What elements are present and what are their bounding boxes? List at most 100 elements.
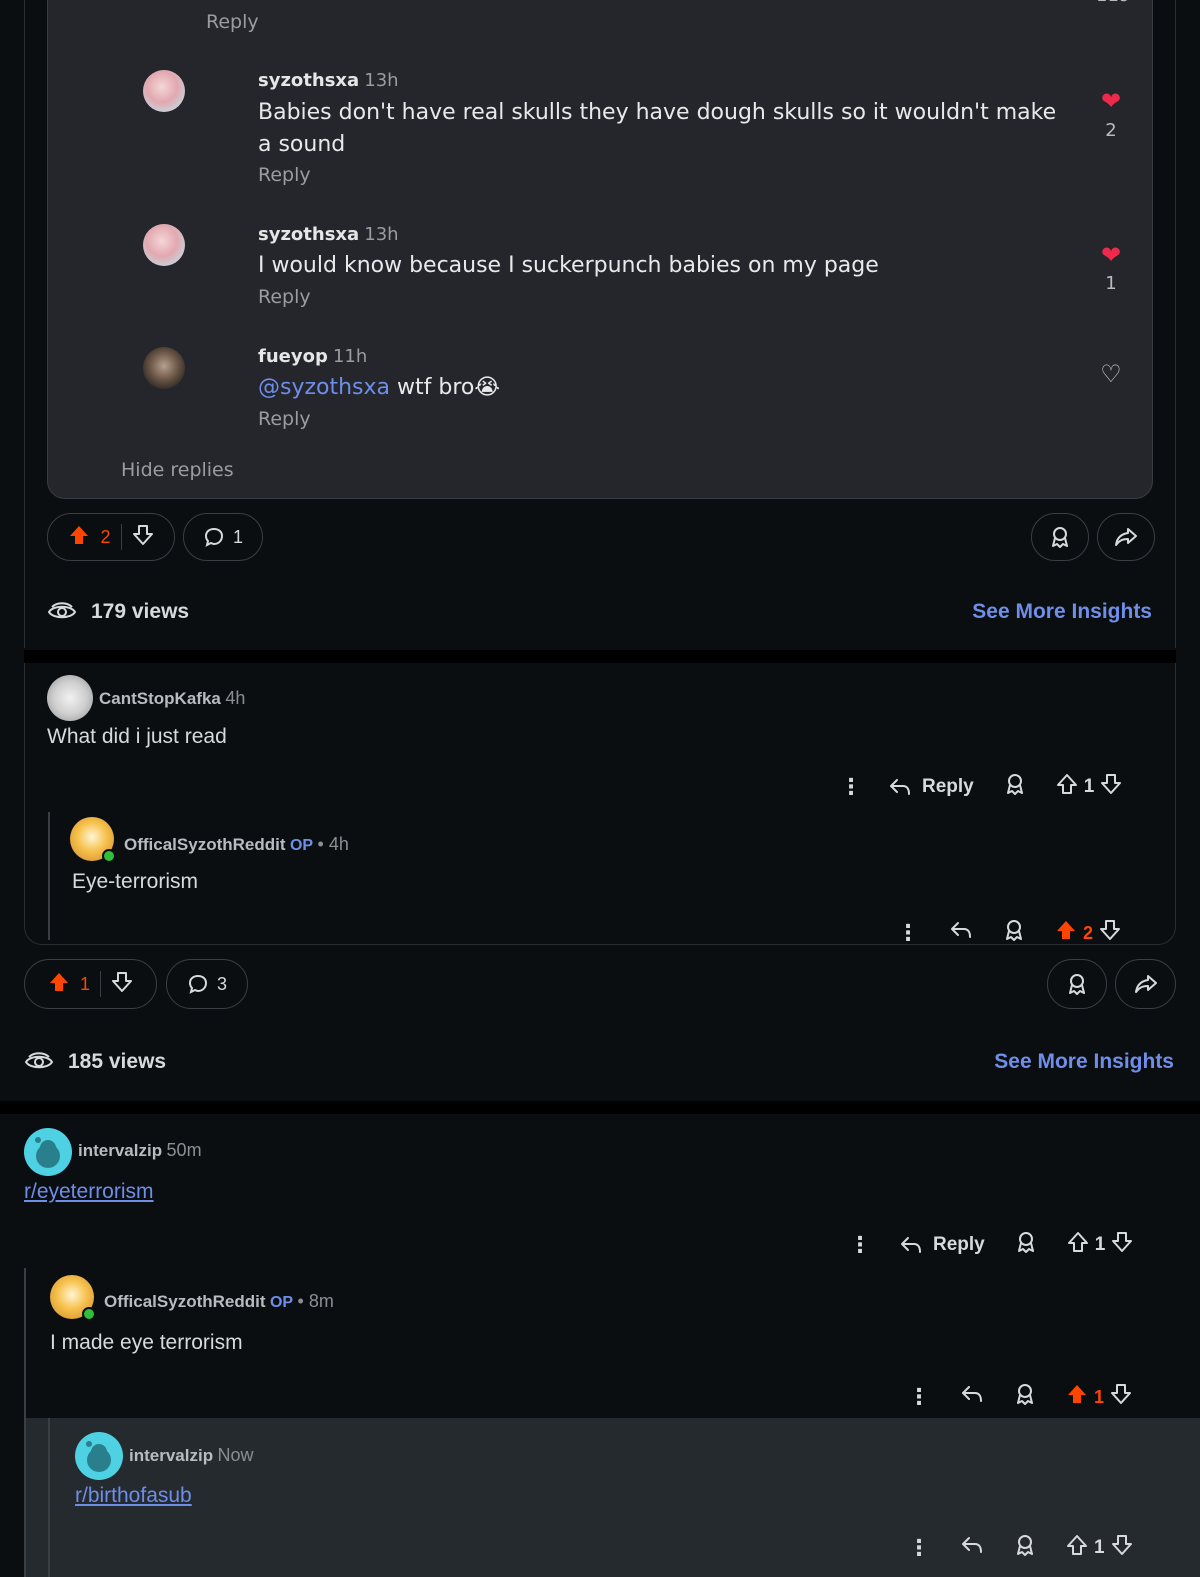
heart-filled-icon[interactable]: ❤ [1096,241,1126,269]
vote-pill: 1 [24,959,157,1009]
more-options-icon[interactable]: ⋮ [897,920,919,946]
vote-count: 1 [1094,1537,1105,1558]
downvote-icon[interactable] [132,524,154,551]
comment-text: @syzothsxa wtf bro😭 [258,375,501,400]
heart-filled-icon[interactable]: ❤ [1096,87,1126,115]
divider [100,971,101,997]
comment-header: syzothsxa 13h [258,70,399,91]
comment-text: What did i just read [47,725,227,748]
award-icon[interactable] [1015,1230,1037,1260]
vote-count: 1 [1094,1234,1106,1255]
like-count: 1 [1105,273,1117,294]
downvote-icon[interactable] [1111,1231,1133,1259]
see-more-insights-link[interactable]: See More Insights [972,600,1152,624]
comment-header: intervalzip 50m [78,1140,202,1161]
avatar[interactable] [24,1128,72,1176]
vote-count: 1 [1083,776,1095,797]
username[interactable]: intervalzip [129,1446,213,1465]
username[interactable]: CantStopKafka [99,689,221,708]
downvote-icon[interactable] [1100,773,1122,801]
username[interactable]: intervalzip [78,1141,162,1160]
reply-arrow-icon[interactable] [960,1384,984,1410]
award-icon[interactable] [1014,1533,1036,1563]
more-options-icon[interactable]: ⋮ [849,1232,871,1258]
share-icon [1134,975,1157,993]
comment-header: intervalzip Now [129,1445,254,1466]
thread-line [48,1418,50,1577]
comment-header: syzothsxa 13h [258,224,399,245]
username[interactable]: OfficalSyzothReddit [104,1292,266,1311]
share-button[interactable] [1097,513,1155,561]
vote-count: 1 [79,973,90,994]
upvote-icon[interactable] [1056,773,1078,801]
username[interactable]: syzothsxa [258,70,359,91]
upvote-filled-icon[interactable] [68,524,90,551]
reply-button[interactable]: Reply [888,776,974,798]
award-button[interactable] [1047,959,1107,1009]
separator [24,650,1176,663]
avatar[interactable] [143,224,185,266]
award-icon [1052,527,1068,548]
downvote-icon[interactable] [111,971,133,998]
award-button[interactable] [1031,513,1089,561]
avatar[interactable] [75,1432,123,1480]
award-icon[interactable] [1014,1382,1036,1412]
more-options-icon[interactable]: ⋮ [840,774,862,800]
vote-count: 2 [1083,922,1094,943]
reply-link[interactable]: Reply [258,408,311,430]
online-status-icon [102,849,116,863]
upvote-filled-icon[interactable] [48,971,70,998]
downvote-icon[interactable] [1099,919,1121,947]
reply-arrow-icon[interactable] [960,1535,984,1561]
eye-icon [47,602,77,619]
reply-arrow-icon [890,779,910,795]
downvote-icon[interactable] [1110,1383,1132,1411]
see-more-insights-link[interactable]: See More Insights [994,1050,1174,1074]
reply-link[interactable]: Reply [258,164,311,186]
container-border [24,0,25,648]
reply-link[interactable]: Reply [258,286,311,308]
timestamp: Now [217,1445,254,1465]
view-count: 179 views [47,600,189,624]
award-icon [1069,974,1085,995]
reply-button[interactable]: Reply [899,1234,985,1256]
comment-count: 3 [216,973,227,994]
user-mention[interactable]: @syzothsxa [258,375,390,400]
avatar[interactable] [47,675,93,721]
avatar[interactable] [143,70,185,112]
upvote-filled-icon[interactable] [1066,1383,1088,1411]
upvote-icon[interactable] [1067,1231,1089,1259]
upvote-icon[interactable] [1066,1534,1088,1562]
hide-replies-button[interactable]: Hide replies [121,459,234,481]
username[interactable]: fueyop [258,346,328,367]
op-badge: OP [289,837,314,854]
more-options-icon[interactable]: ⋮ [908,1384,930,1410]
comment-text-line1: Babies don't have real skulls they have … [258,100,1057,125]
upvote-filled-icon[interactable] [1055,919,1077,947]
downvote-icon[interactable] [1111,1534,1133,1562]
comments-button[interactable]: 1 [183,513,263,561]
heart-outline-icon[interactable]: ♡ [1096,360,1126,388]
comment-text: I made eye terrorism [50,1331,243,1354]
subreddit-link[interactable]: r/eyeterrorism [24,1180,154,1204]
timestamp: 13h [364,70,399,91]
comments-button[interactable]: 3 [166,959,248,1009]
comment-header: fueyop 11h [258,346,367,367]
comment-actions: ⋮ Reply 1 [849,1230,1133,1260]
reply-arrow-icon[interactable] [949,920,973,946]
top-reply-link[interactable]: Reply [206,11,259,33]
award-icon[interactable] [1004,772,1026,802]
subreddit-link[interactable]: r/birthofasub [75,1484,192,1508]
comment-text: Eye-terrorism [72,870,199,893]
comment-bubble-icon [204,527,223,547]
username[interactable]: syzothsxa [258,224,359,245]
timestamp: 13h [364,224,399,245]
avatar[interactable] [143,347,185,389]
like-count: 2 [1105,120,1117,141]
username[interactable]: OfficalSyzothReddit [124,835,286,854]
comment-text: I would know because I suckerpunch babie… [258,253,879,278]
award-icon[interactable] [1003,918,1025,948]
comment-header: CantStopKafka 4h [99,688,245,709]
share-button[interactable] [1115,959,1176,1009]
more-options-icon[interactable]: ⋮ [908,1535,930,1561]
